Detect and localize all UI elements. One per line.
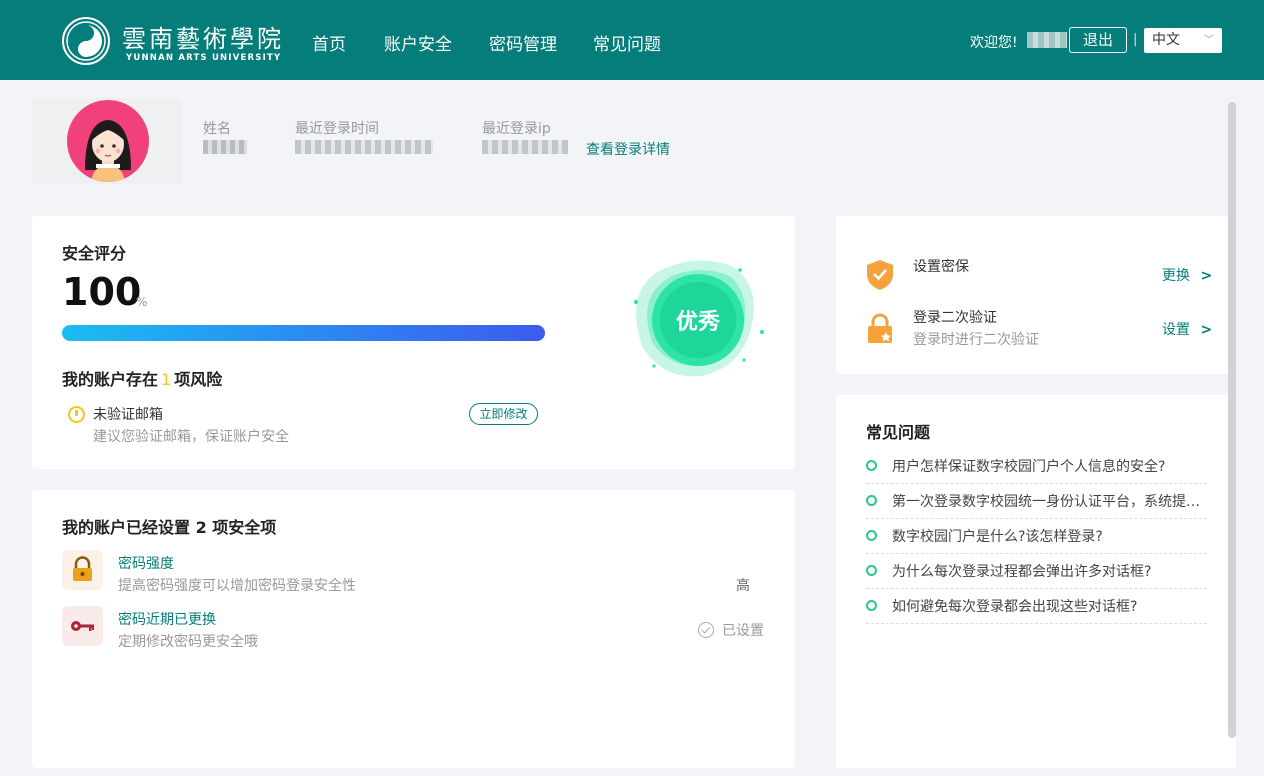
last-login-time-label: 最近登录时间 bbox=[295, 121, 379, 137]
password-strength-title[interactable]: 密码强度 bbox=[118, 553, 174, 573]
password-changed-status: 已设置 bbox=[698, 620, 764, 640]
password-changed-desc: 定期修改密码更安全哦 bbox=[118, 634, 258, 650]
password-changed-status-text: 已设置 bbox=[722, 623, 764, 639]
faq-item[interactable]: 用户怎样保证数字校园门户个人信息的安全? bbox=[866, 449, 1207, 484]
lock-icon bbox=[62, 550, 103, 590]
nav-home[interactable]: 首页 bbox=[312, 30, 346, 55]
page-scrollbar[interactable] bbox=[1228, 102, 1236, 738]
welcome-text: 欢迎您! bbox=[970, 35, 1018, 51]
faq-item-text: 第一次登录数字校园统一身份认证平台，系统提示密码过期怎么办? bbox=[892, 494, 1204, 510]
two-factor-desc: 登录时进行二次验证 bbox=[913, 332, 1039, 348]
warning-icon bbox=[68, 406, 85, 423]
nav-faq[interactable]: 常见问题 bbox=[593, 30, 661, 55]
bullet-icon bbox=[866, 460, 877, 471]
top-header: 雲南藝術學院 YUNNAN ARTS UNIVERSITY 首页 账户安全 密码… bbox=[0, 0, 1264, 80]
password-strength-level: 高 bbox=[736, 578, 750, 594]
security-question-title: 设置密保 bbox=[913, 259, 969, 275]
score-progress-bar bbox=[62, 325, 545, 341]
quick-settings-card: 设置密保 更换 > 登录二次验证 登录时进行二次验证 设置 > bbox=[836, 216, 1236, 374]
risk-title: 我的账户存在 1 项风险 bbox=[62, 366, 222, 390]
bullet-icon bbox=[866, 565, 877, 576]
language-value: 中文 bbox=[1152, 32, 1180, 48]
avatar bbox=[67, 100, 149, 182]
fix-now-button[interactable]: 立即修改 bbox=[469, 403, 538, 425]
logo-chinese-text: 雲南藝術學院 bbox=[122, 25, 284, 53]
faq-item[interactable]: 为什么每次登录过程都会弹出许多对话框? bbox=[866, 554, 1207, 589]
login-detail-link[interactable]: 查看登录详情 bbox=[586, 139, 670, 159]
name-value-redacted bbox=[203, 140, 247, 154]
user-name-redacted bbox=[1027, 32, 1067, 48]
risk-suffix: 项风险 bbox=[174, 370, 223, 389]
score-unit: % bbox=[136, 295, 148, 309]
faq-title: 常见问题 bbox=[866, 423, 931, 442]
last-login-time-redacted bbox=[295, 140, 433, 154]
chevron-down-icon: ﹀ bbox=[1204, 35, 1214, 46]
bullet-icon bbox=[866, 530, 877, 541]
change-security-question-link[interactable]: 更换 > bbox=[1162, 265, 1212, 285]
risk-item-name: 未验证邮箱 bbox=[93, 407, 163, 423]
faq-card: 常见问题 用户怎样保证数字校园门户个人信息的安全? 第一次登录数字校园统一身份认… bbox=[836, 395, 1236, 768]
security-score-card: 安全评分 100 % 我的账户存在 1 项风险 未验证邮箱 建议您验证邮箱，保证账户… bbox=[32, 216, 795, 469]
risk-item-desc: 建议您验证邮箱，保证账户安全 bbox=[93, 429, 289, 445]
logo-emblem-icon bbox=[62, 17, 110, 65]
header-separator: | bbox=[1133, 32, 1138, 47]
risk-count: 1 bbox=[161, 370, 172, 389]
name-label: 姓名 bbox=[203, 121, 231, 137]
chevron-right-icon: > bbox=[1200, 322, 1213, 338]
password-changed-title[interactable]: 密码近期已更换 bbox=[118, 609, 216, 629]
key-icon bbox=[62, 606, 103, 646]
bullet-icon bbox=[866, 600, 877, 611]
check-circle-icon bbox=[698, 622, 714, 638]
setup-two-factor-label: 设置 bbox=[1162, 322, 1190, 338]
logout-button[interactable]: 退出 bbox=[1069, 27, 1127, 53]
faq-item[interactable]: 第一次登录数字校园统一身份认证平台，系统提示密码过期怎么办? bbox=[866, 484, 1207, 519]
lock-star-icon bbox=[868, 313, 892, 343]
faq-item-text: 如何避免每次登录都会出现这些对话框? bbox=[892, 599, 1138, 615]
bullet-icon bbox=[866, 495, 877, 506]
last-login-ip-redacted bbox=[482, 140, 568, 154]
setup-two-factor-link[interactable]: 设置 > bbox=[1162, 319, 1212, 339]
score-title: 安全评分 bbox=[62, 244, 127, 263]
chevron-right-icon: > bbox=[1200, 268, 1213, 284]
risk-prefix: 我的账户存在 bbox=[62, 370, 159, 389]
excellent-badge-icon: 优秀 bbox=[634, 260, 764, 377]
change-security-question-label: 更换 bbox=[1162, 268, 1190, 284]
faq-item[interactable]: 数字校园门户是什么?该怎样登录? bbox=[866, 519, 1207, 554]
university-logo[interactable]: 雲南藝術學院 YUNNAN ARTS UNIVERSITY bbox=[62, 17, 282, 67]
password-strength-desc: 提高密码强度可以增加密码登录安全性 bbox=[118, 578, 356, 594]
last-login-ip-label: 最近登录ip bbox=[482, 121, 551, 137]
settings-title: 我的账户已经设置 2 项安全项 bbox=[62, 518, 277, 537]
badge-text: 优秀 bbox=[676, 309, 720, 335]
faq-item-text: 为什么每次登录过程都会弹出许多对话框? bbox=[892, 564, 1152, 580]
security-settings-card: 我的账户已经设置 2 项安全项 密码强度 提高密码强度可以增加密码登录安全性 高… bbox=[32, 490, 795, 768]
logo-english-text: YUNNAN ARTS UNIVERSITY bbox=[126, 53, 282, 63]
faq-item[interactable]: 如何避免每次登录都会出现这些对话框? bbox=[866, 589, 1207, 624]
language-select[interactable]: 中文 ﹀ bbox=[1144, 28, 1222, 53]
nav-password-management[interactable]: 密码管理 bbox=[489, 30, 557, 55]
faq-item-text: 用户怎样保证数字校园门户个人信息的安全? bbox=[892, 459, 1166, 475]
shield-check-icon bbox=[867, 260, 893, 290]
nav-account-security[interactable]: 账户安全 bbox=[384, 30, 452, 55]
score-value: 100 bbox=[62, 270, 142, 314]
two-factor-title: 登录二次验证 bbox=[913, 310, 997, 326]
faq-item-text: 数字校园门户是什么?该怎样登录? bbox=[892, 529, 1103, 545]
